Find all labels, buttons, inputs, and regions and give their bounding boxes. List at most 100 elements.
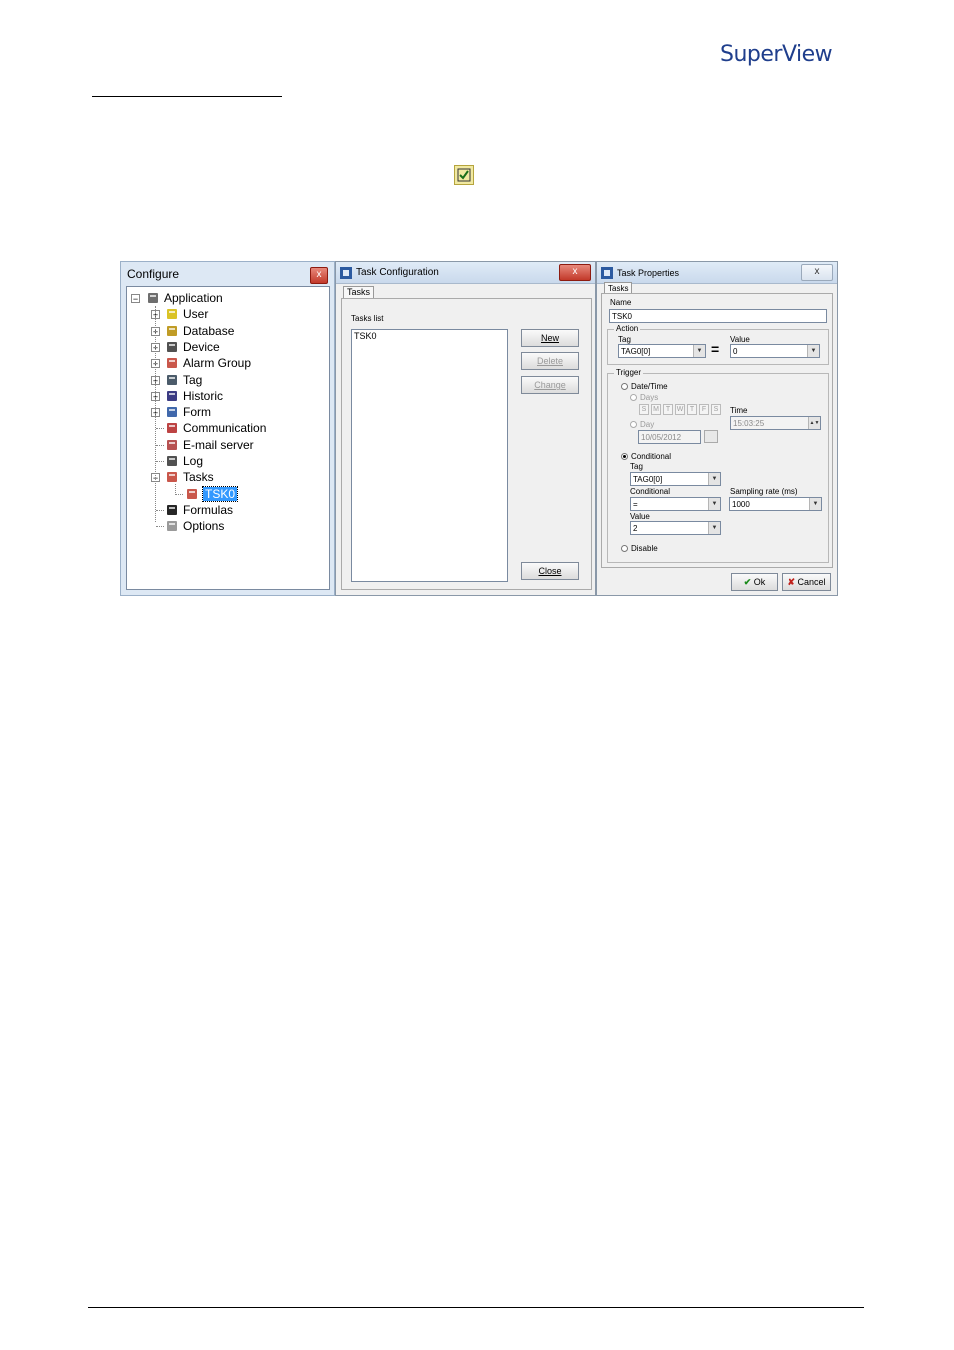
days-radio[interactable]	[630, 394, 637, 401]
conditional-radio-label: Conditional	[631, 452, 672, 461]
cross-icon: ✘	[787, 577, 795, 587]
tree-item[interactable]: Device	[183, 339, 220, 355]
tasks-toolbar-icon	[454, 165, 474, 185]
tree-item[interactable]: Form	[183, 404, 211, 420]
superview-logo: SuperView	[720, 42, 833, 67]
day-toggle[interactable]: S	[711, 404, 721, 415]
day-input[interactable]: 10/05/2012	[638, 430, 701, 444]
tree-item-label: Alarm Group	[183, 356, 252, 371]
cancel-button[interactable]: ✘ Cancel	[782, 573, 831, 591]
tree-item-label: Formulas	[183, 502, 234, 517]
tree-item-label: Application	[164, 291, 223, 305]
tree-item-label: Device	[183, 339, 220, 354]
task-properties-close-button[interactable]: x	[801, 264, 833, 281]
configure-window: Configure x − Application + User + Database + D…	[120, 261, 335, 596]
datetime-label: Date/Time	[631, 382, 668, 391]
delete-button[interactable]: Delete	[521, 352, 579, 370]
trigger-value-select[interactable]: 2 ▼	[630, 521, 721, 535]
app-icon	[340, 266, 352, 279]
tree-item[interactable]: Communication	[183, 420, 266, 436]
day-toggle[interactable]: T	[687, 404, 697, 415]
day-toggle[interactable]: W	[675, 404, 685, 415]
calendar-button[interactable]	[704, 430, 718, 443]
tree-item-label: Database	[183, 323, 235, 338]
task-properties-title: Task Properties	[617, 267, 680, 278]
tree-item[interactable]: Tasks	[183, 469, 214, 485]
footer-divider	[88, 1307, 864, 1308]
computer-icon	[145, 291, 161, 305]
tree-item-label: TSK0	[201, 485, 239, 502]
tasks-list[interactable]: TSK0	[351, 329, 508, 582]
tree-item[interactable]: E-mail server	[183, 437, 254, 453]
conditional-select[interactable]: = ▼	[630, 497, 721, 511]
change-button[interactable]: Change	[521, 376, 579, 394]
datetime-radio[interactable]	[621, 383, 628, 390]
close-button[interactable]: Close	[521, 562, 579, 580]
sampling-label: Sampling rate (ms)	[730, 487, 798, 496]
conditional-radio[interactable]	[621, 453, 628, 460]
tree-connector	[156, 461, 164, 462]
sampling-select[interactable]: 1000 ▼	[729, 497, 822, 511]
action-value-select[interactable]: 0 ▼	[730, 344, 820, 358]
day-toggle[interactable]: S	[639, 404, 649, 415]
time-value: 15:03:25	[733, 419, 765, 428]
tree-item[interactable]: Alarm Group	[183, 355, 251, 371]
tab-tasks[interactable]: Tasks	[343, 286, 375, 298]
tree-item[interactable]: Formulas	[183, 502, 233, 518]
gear-icon	[164, 519, 180, 533]
tree-item-label: Historic	[183, 388, 224, 403]
day-radio[interactable]	[630, 421, 637, 428]
tree-item-label: Form	[183, 405, 211, 420]
trigger-tag-select[interactable]: TAG0[0] ▼	[630, 472, 721, 486]
day-label: Day	[640, 420, 655, 429]
delete-button-label: Delete	[536, 356, 563, 366]
day-toggle[interactable]: F	[699, 404, 709, 415]
tree-item[interactable]: Options	[183, 518, 224, 534]
action-tag-select[interactable]: TAG0[0] ▼	[618, 344, 706, 358]
expander-icon[interactable]: −	[131, 294, 140, 304]
task-config-titlebar: Task Configuration x	[336, 262, 595, 284]
tree-item[interactable]: User	[183, 306, 208, 322]
task-icon	[184, 487, 200, 501]
tree-item[interactable]: Historic	[183, 388, 223, 404]
tree-connector	[175, 493, 183, 495]
trigger-tag-value: TAG0[0]	[633, 475, 663, 484]
mail-icon	[164, 438, 180, 452]
new-button[interactable]: New	[521, 329, 579, 347]
phone-icon	[164, 421, 180, 435]
sampling-value: 1000	[732, 500, 750, 509]
tree-item[interactable]: Database	[183, 323, 234, 339]
task-properties-window: Task Properties x Tasks Name TSK0 Action…	[596, 261, 838, 596]
tree-item[interactable]: Application	[164, 290, 223, 306]
tree-item[interactable]: Tag	[183, 372, 202, 388]
task-config-close-button[interactable]: x	[559, 264, 591, 281]
tree-connector	[175, 484, 176, 493]
day-toggle[interactable]: M	[651, 404, 661, 415]
app-icon	[601, 266, 613, 279]
time-input[interactable]: 15:03:25 ▲▼	[730, 416, 821, 430]
tree-item[interactable]: TSK0	[201, 485, 239, 502]
tree-connector	[156, 526, 164, 528]
disable-radio[interactable]	[621, 545, 628, 552]
task-properties-titlebar: Task Properties x	[597, 262, 837, 284]
tag-icon	[164, 373, 180, 387]
list-icon	[164, 389, 180, 403]
tree-item[interactable]: Log	[183, 453, 203, 469]
configure-tree-panel: − Application + User + Database + Device + Alarm …	[126, 286, 330, 590]
chevron-down-icon: ▼	[708, 473, 720, 485]
ok-button[interactable]: ✔ Ok	[731, 573, 778, 591]
tree-connector	[155, 306, 156, 522]
name-input[interactable]: TSK0	[609, 309, 827, 323]
configure-close-button[interactable]: x	[310, 267, 328, 284]
section-underline	[92, 96, 282, 97]
day-toggle[interactable]: T	[663, 404, 673, 415]
chevron-down-icon: ▼	[708, 498, 720, 510]
log-icon	[164, 454, 180, 468]
list-item[interactable]: TSK0	[352, 330, 507, 342]
database-icon	[164, 324, 180, 338]
trigger-group-title: Trigger	[614, 368, 644, 377]
conditional-value: =	[633, 500, 638, 509]
check-icon: ✔	[743, 577, 752, 587]
conditional-label: Conditional	[630, 487, 671, 496]
action-value-label: Value	[730, 335, 750, 344]
